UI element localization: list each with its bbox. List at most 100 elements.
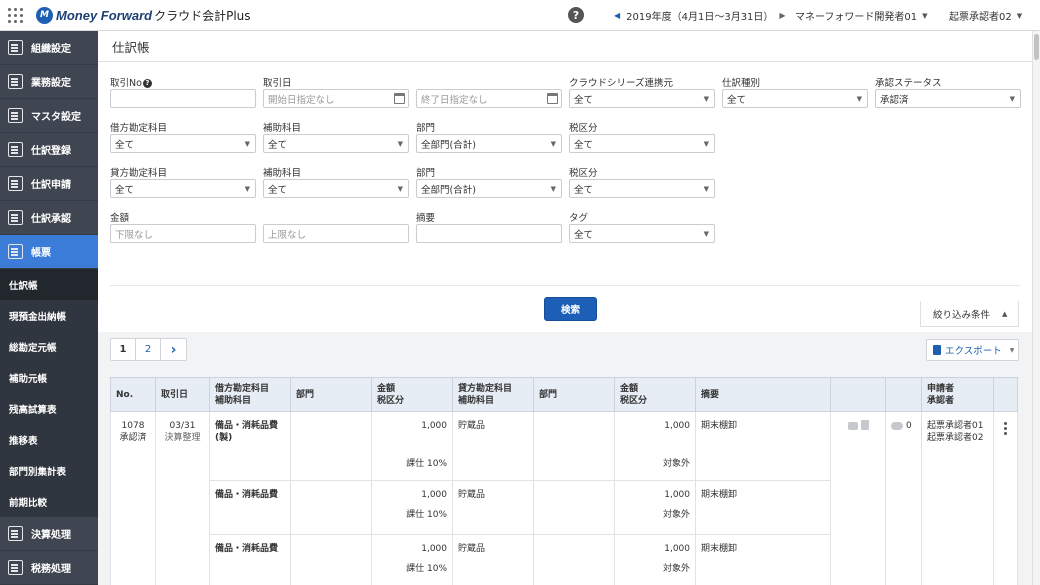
sidebar-item-tax[interactable]: 税務処理 bbox=[0, 551, 98, 585]
page-title: 仕訳帳 bbox=[98, 31, 1032, 62]
trade-no-label: 取引No? bbox=[110, 75, 152, 89]
journal-table: No. 取引日 借方勘定科目 補助科目 部門 金額 税区分 貸方勘定科目 補助科目 部… bbox=[110, 377, 1018, 585]
chevron-down-icon: ▼ bbox=[703, 230, 709, 238]
debit-dept-select[interactable]: 全部門(合計) ▼ bbox=[416, 134, 562, 153]
debit-sub-select[interactable]: 全て ▼ bbox=[263, 134, 409, 153]
trade-date-end-input[interactable]: 終了日指定なし bbox=[416, 89, 562, 108]
tag-icon[interactable] bbox=[847, 422, 858, 430]
journal-type-label: 仕訳種別 bbox=[722, 78, 761, 89]
app-grid-icon[interactable] bbox=[0, 0, 30, 31]
product-name: クラウド会計Plus bbox=[154, 8, 251, 23]
master-settings-icon bbox=[8, 108, 23, 123]
document-icon bbox=[933, 345, 941, 355]
credit-sub-select[interactable]: 全て ▼ bbox=[263, 179, 409, 198]
sidebar-item-business-settings[interactable]: 業務設定 bbox=[0, 65, 98, 99]
sidebar-item-journal-approval[interactable]: 仕訳承認 bbox=[0, 201, 98, 235]
trade-no-input[interactable] bbox=[110, 89, 256, 108]
header-credit-dept: 部門 bbox=[533, 377, 615, 412]
prev-year-arrow-icon[interactable]: ◀ bbox=[614, 11, 620, 20]
amount-max-input[interactable]: 上限なし bbox=[263, 224, 409, 243]
sidebar-subitem-cash-book[interactable]: 現預金出納帳 bbox=[0, 300, 98, 331]
page-2-button[interactable]: 2 bbox=[136, 339, 161, 360]
header-actions bbox=[993, 377, 1018, 412]
search-button[interactable]: 検索 bbox=[544, 297, 597, 321]
amount-min-input[interactable]: 下限なし bbox=[110, 224, 256, 243]
chevron-down-icon: ▼ bbox=[244, 140, 250, 148]
comment-icon[interactable] bbox=[891, 421, 903, 430]
brand-name: Money Forward bbox=[56, 7, 153, 23]
credit-dept-select[interactable]: 全部門(合計) ▼ bbox=[416, 179, 562, 198]
chevron-down-icon: ▼ bbox=[397, 140, 403, 148]
sidebar: 組織設定 業務設定 マスタ設定 仕訳登録 仕訳申請 仕訳承認 帳票 仕訳帳 現預… bbox=[0, 31, 98, 585]
narrow-conditions-toggle[interactable]: 絞り込み条件 ▲ bbox=[920, 301, 1019, 327]
debit-tax-select[interactable]: 全て ▼ bbox=[569, 134, 715, 153]
fiscal-year-label[interactable]: 2019年度（4月1日〜3月31日） bbox=[626, 8, 773, 23]
approval-status-label: 承認ステータス bbox=[875, 78, 942, 89]
business-settings-icon bbox=[8, 74, 23, 89]
header-applicant: 申請者 承認者 bbox=[921, 377, 994, 412]
credit-account-select[interactable]: 全て ▼ bbox=[110, 179, 256, 198]
tag-select[interactable]: 全て ▼ bbox=[569, 224, 715, 243]
logo-mark-icon: M bbox=[36, 6, 53, 24]
entry-no-cell: 1078 承認済 bbox=[110, 411, 156, 585]
page-1-button[interactable]: 1 bbox=[111, 339, 136, 360]
help-icon[interactable]: ? bbox=[568, 7, 584, 23]
chevron-down-icon: ▼ bbox=[397, 185, 403, 193]
header-no[interactable]: No. bbox=[110, 377, 156, 412]
header-memo: 摘要 bbox=[695, 377, 831, 412]
sidebar-item-master-settings[interactable]: マスタ設定 bbox=[0, 99, 98, 133]
sidebar-item-journal-entry[interactable]: 仕訳登録 bbox=[0, 133, 98, 167]
sidebar-item-org-settings[interactable]: 組織設定 bbox=[0, 31, 98, 65]
sidebar-subitem-trial-balance[interactable]: 残高試算表 bbox=[0, 393, 98, 424]
chevron-down-icon: ▼ bbox=[703, 140, 709, 148]
page-scrollbar[interactable] bbox=[1032, 31, 1040, 585]
journal-type-select[interactable]: 全て ▼ bbox=[722, 89, 868, 108]
entry-no[interactable]: 1078 bbox=[122, 421, 145, 431]
debit-account-select[interactable]: 全て ▼ bbox=[110, 134, 256, 153]
sidebar-subitem-sub-ledger[interactable]: 補助元帳 bbox=[0, 362, 98, 393]
export-button[interactable]: エクスポート ▼ bbox=[926, 339, 1019, 361]
chevron-down-icon: ▼ bbox=[703, 95, 709, 103]
table-row[interactable]: 1078 承認済 03/31 決算整理 備品・消耗品費(製) 1,000 課仕 10%… bbox=[110, 411, 1018, 585]
entry-status: 承認済 bbox=[119, 433, 147, 443]
main-content: 仕訳帳 取引No? 取引日 開始日指定なし 終了日指定なし クラウドシリーズ連携… bbox=[98, 31, 1032, 585]
cloud-link-select[interactable]: 全て ▼ bbox=[569, 89, 715, 108]
credit-account-cell: 貯蔵品 bbox=[452, 411, 534, 481]
next-year-arrow-icon[interactable]: ▶ bbox=[779, 11, 785, 20]
more-vertical-icon[interactable] bbox=[999, 420, 1012, 435]
scrollbar-thumb[interactable] bbox=[1034, 34, 1039, 60]
applicant-cell: 起票承認者01 起票承認者02 bbox=[921, 411, 994, 585]
header-date[interactable]: 取引日 bbox=[155, 377, 210, 412]
sidebar-item-closing[interactable]: 決算処理 bbox=[0, 517, 98, 551]
fiscal-year-selector: ◀ 2019年度（4月1日〜3月31日） ▶ bbox=[608, 0, 792, 31]
calendar-icon[interactable] bbox=[547, 93, 558, 104]
chevron-down-icon: ▼ bbox=[1009, 346, 1015, 354]
sidebar-item-reports[interactable]: 帳票 bbox=[0, 235, 98, 269]
office-menu[interactable]: マネーフォワード開発者01 ▼ bbox=[795, 0, 928, 31]
entry-date-cell: 03/31 決算整理 bbox=[155, 411, 210, 585]
sidebar-subitem-dept-summary[interactable]: 部門別集計表 bbox=[0, 455, 98, 486]
filter-divider bbox=[110, 285, 1020, 286]
pagination: 1 2 › bbox=[110, 338, 187, 361]
user-menu[interactable]: 起票承認者02 ▼ bbox=[949, 0, 1022, 31]
credit-tax-select[interactable]: 全て ▼ bbox=[569, 179, 715, 198]
attachment-icon[interactable] bbox=[860, 420, 869, 430]
sidebar-subitem-journal[interactable]: 仕訳帳 bbox=[0, 269, 98, 300]
header-tags bbox=[830, 377, 886, 412]
approval-status-select[interactable]: 承認済 ▼ bbox=[875, 89, 1021, 108]
sidebar-item-journal-request[interactable]: 仕訳申請 bbox=[0, 167, 98, 201]
filter-panel: 取引No? 取引日 開始日指定なし 終了日指定なし クラウドシリーズ連携元 全て… bbox=[98, 62, 1032, 332]
memo-input[interactable] bbox=[416, 224, 562, 243]
closing-icon bbox=[8, 526, 23, 541]
calendar-icon[interactable] bbox=[394, 93, 405, 104]
app-logo[interactable]: M Money Forward クラウド会計Plus bbox=[36, 6, 251, 24]
sidebar-subitem-trend[interactable]: 推移表 bbox=[0, 424, 98, 455]
trade-date-start-input[interactable]: 開始日指定なし bbox=[263, 89, 409, 108]
sidebar-subitem-yoy[interactable]: 前期比較 bbox=[0, 486, 98, 517]
office-name: マネーフォワード開発者01 bbox=[795, 12, 918, 23]
question-icon[interactable]: ? bbox=[142, 79, 152, 88]
header-credit-amount: 金額 税区分 bbox=[614, 377, 696, 412]
sidebar-subitem-general-ledger[interactable]: 総勘定元帳 bbox=[0, 331, 98, 362]
debit-dept-label: 部門 bbox=[416, 123, 436, 134]
next-page-chevron-icon[interactable]: › bbox=[161, 339, 186, 360]
